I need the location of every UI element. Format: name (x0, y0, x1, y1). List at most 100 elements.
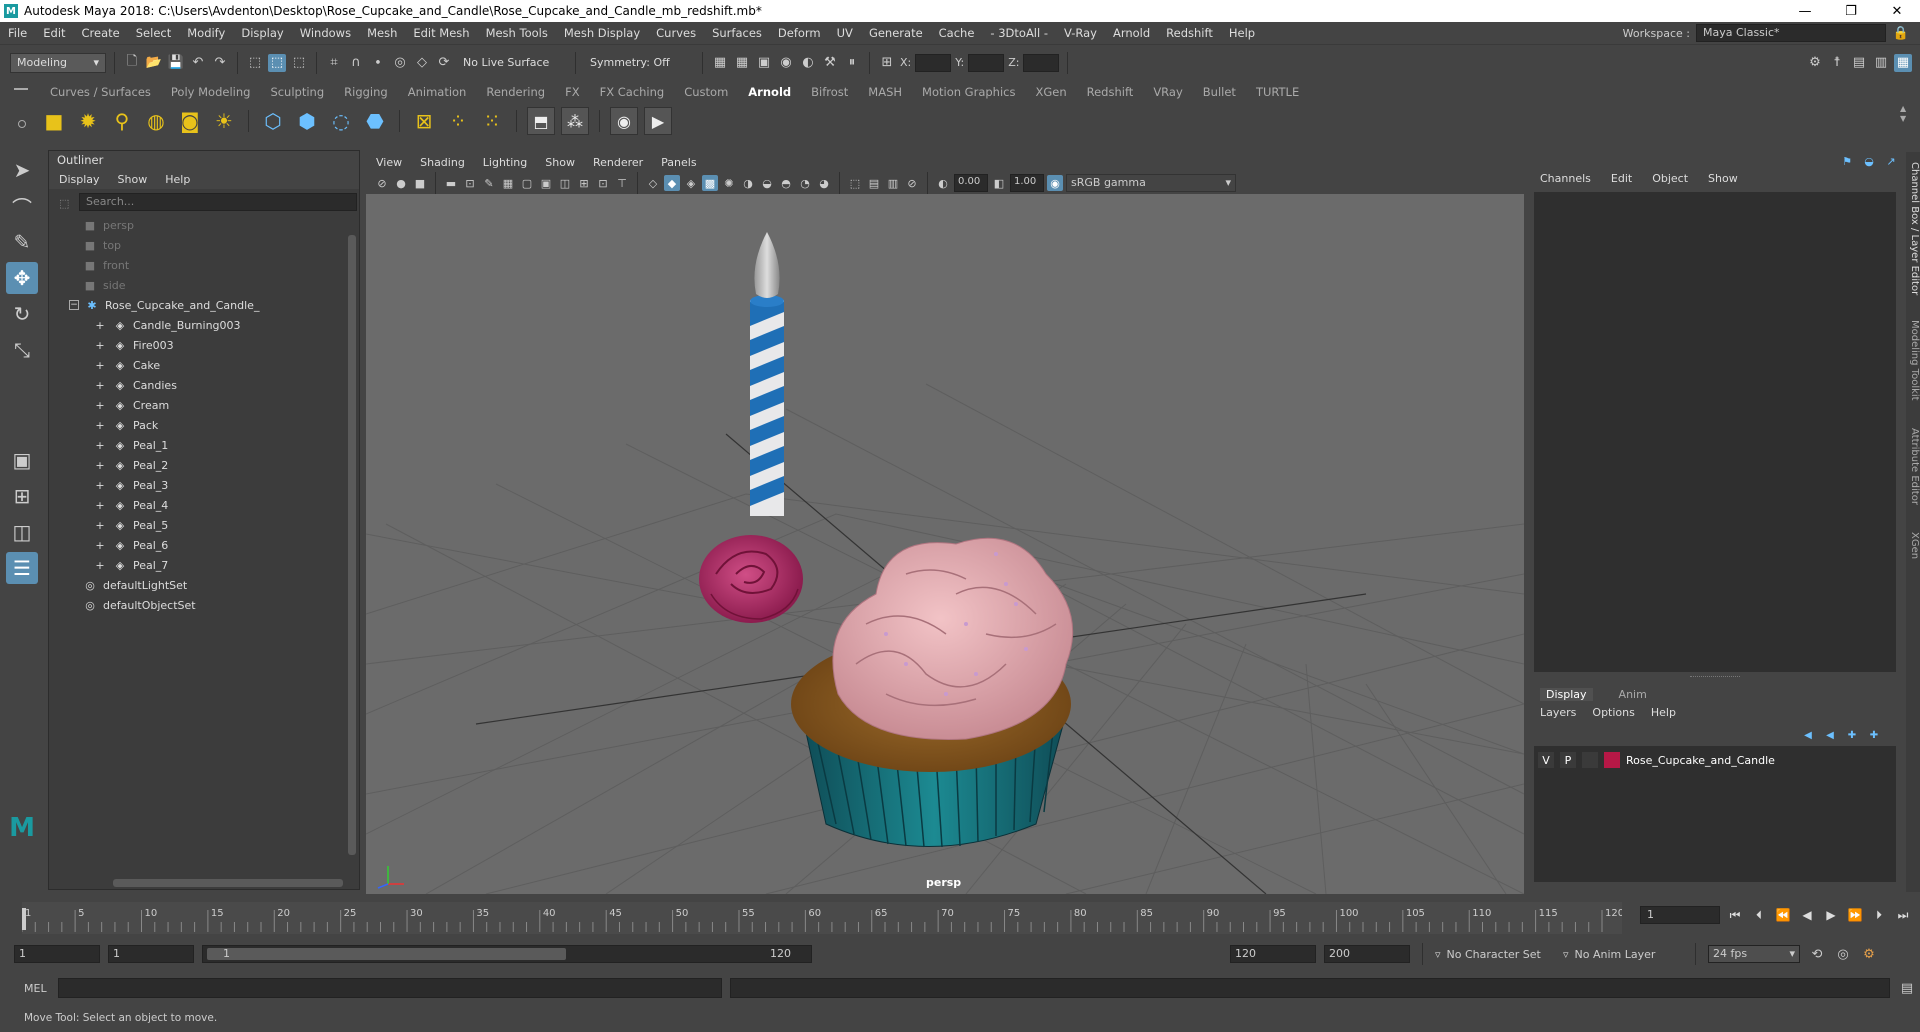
tree-item-side[interactable]: ■ side (83, 275, 359, 295)
depth-of-field-icon[interactable]: ◕ (816, 175, 832, 191)
outliner-menu-display[interactable]: Display (59, 173, 100, 186)
command-language-toggle[interactable]: MEL (10, 982, 50, 995)
snap-curve-icon[interactable]: ∩ (347, 54, 365, 72)
tree-item-child[interactable]: + ◈ Pack (93, 415, 359, 435)
tree-item-child[interactable]: + ◈ Cake (93, 355, 359, 375)
layer-menu-help[interactable]: Help (1651, 706, 1676, 719)
channel-box-icon[interactable]: ⚑ (1840, 154, 1854, 168)
tree-item-set[interactable]: ◎ defaultObjectSet (83, 595, 359, 615)
shelf-tab-rigging[interactable]: Rigging (334, 85, 398, 99)
outliner-menu-help[interactable]: Help (165, 173, 190, 186)
current-time-indicator[interactable] (22, 908, 26, 930)
candle-flame[interactable] (754, 232, 780, 298)
open-scene-icon[interactable]: 📂 (145, 54, 163, 72)
gamma-icon[interactable]: ◧ (991, 175, 1007, 191)
expand-icon[interactable]: + (93, 419, 107, 432)
anim-layer-dropdown[interactable]: ▿ No Anim Layer (1563, 948, 1683, 961)
shelf-tab-rendering[interactable]: Rendering (476, 85, 555, 99)
channel-menu-object[interactable]: Object (1652, 172, 1688, 185)
minimize-button[interactable]: — (1782, 4, 1828, 19)
ambient-occlusion-icon[interactable]: ◒ (759, 175, 775, 191)
modeling-toolkit-icon[interactable]: ⚙ (1806, 54, 1824, 72)
cupcake-frosting[interactable] (832, 537, 1074, 740)
hypershade-icon[interactable]: ◐ (799, 54, 817, 72)
menu-redshift[interactable]: Redshift (1158, 26, 1221, 40)
textured-icon[interactable]: ▩ (702, 175, 718, 191)
attribute-editor-icon[interactable]: ▤ (1850, 54, 1868, 72)
viewport-3d-scene[interactable] (366, 194, 1524, 894)
volume-icon[interactable]: ⬣ (361, 107, 389, 135)
xray-joints-icon[interactable]: ▥ (885, 175, 901, 191)
create-curve-collector-icon[interactable]: ◌ (327, 107, 355, 135)
current-frame-field[interactable]: 1 (1640, 906, 1720, 924)
menu-mesh-tools[interactable]: Mesh Tools (478, 26, 556, 40)
step-forward-key-icon[interactable]: ⏩ (1846, 906, 1864, 924)
wireframe-on-shaded-icon[interactable]: ◈ (683, 175, 699, 191)
move-layer-down-icon[interactable]: ◀ (1822, 728, 1838, 742)
viewport-menu-show[interactable]: Show (545, 156, 575, 169)
select-object-icon[interactable]: ⬚ (268, 53, 286, 72)
layer-editor-icon[interactable]: ◒ (1862, 154, 1876, 168)
image-plane-icon[interactable]: ▬ (443, 175, 459, 191)
menuset-dropdown[interactable]: Modeling ▾ (10, 52, 106, 73)
new-scene-icon[interactable]: 🗋 (123, 54, 141, 72)
time-slider-track[interactable]: 1 5 10 15 20 25 30 35 40 45 50 55 60 65 70 75 80 85 90 95 10… (22, 902, 1622, 934)
shelf-tab-vray[interactable]: VRay (1143, 85, 1192, 99)
shelf-tab-custom[interactable]: Custom (674, 85, 738, 99)
tree-item-child[interactable]: + ◈ Peal_3 (93, 475, 359, 495)
layer-menu-layers[interactable]: Layers (1540, 706, 1576, 719)
paint-select-tool-icon[interactable]: ✎ (6, 226, 38, 258)
anti-aliasing-icon[interactable]: ◔ (797, 175, 813, 191)
render-ao-icon[interactable]: ⁘ (444, 107, 472, 135)
expand-icon[interactable]: + (93, 499, 107, 512)
range-slider[interactable]: 1 120 (202, 945, 812, 963)
save-scene-icon[interactable]: 💾 (167, 54, 185, 72)
snap-together-icon[interactable]: ⟳ (435, 54, 453, 72)
move-layer-up-icon[interactable]: ◀ (1800, 728, 1816, 742)
snap-view-icon[interactable]: ◎ (391, 54, 409, 72)
tree-item-group[interactable]: − ✱ Rose_Cupcake_and_Candle_ (69, 295, 359, 315)
outliner-layout-icon[interactable]: ☰ (6, 552, 38, 584)
expand-icon[interactable]: + (93, 519, 107, 532)
safe-title-icon[interactable]: ⊤ (614, 175, 630, 191)
area-light-icon[interactable]: ■ (40, 107, 68, 135)
single-perspective-layout-icon[interactable]: ▣ (6, 444, 38, 476)
tab-anim[interactable]: Anim (1619, 688, 1647, 701)
use-all-lights-icon[interactable]: ✺ (721, 175, 737, 191)
loop-icon[interactable]: ⟲ (1808, 945, 1826, 963)
menu-select[interactable]: Select (128, 26, 179, 40)
camera-attributes-icon[interactable]: ● (393, 175, 409, 191)
panel-splitter[interactable] (1690, 676, 1740, 678)
shelf-tab-fx-caching[interactable]: FX Caching (590, 85, 675, 99)
menu-file[interactable]: File (0, 26, 35, 40)
character-set-dropdown[interactable]: ▿ No Character Set (1435, 948, 1555, 961)
render-normals-icon[interactable]: ⁙ (478, 107, 506, 135)
viewport-menu-shading[interactable]: Shading (420, 156, 465, 169)
auto-key-icon[interactable]: ◎ (1834, 945, 1852, 963)
skydome-light-icon[interactable]: ◍ (142, 107, 170, 135)
x-field[interactable] (915, 53, 952, 72)
range-slider-handle[interactable] (207, 948, 566, 960)
channel-menu-edit[interactable]: Edit (1611, 172, 1632, 185)
expand-icon[interactable]: + (93, 539, 107, 552)
safe-action-icon[interactable]: ⊡ (595, 175, 611, 191)
go-to-start-icon[interactable]: ⏮ (1726, 906, 1744, 924)
tree-item-child[interactable]: + ◈ Cream (93, 395, 359, 415)
shelf-settings-icon[interactable] (18, 120, 26, 128)
gamma-field[interactable]: 1.00 (1010, 174, 1044, 192)
render-settings-icon[interactable]: ◉ (777, 54, 795, 72)
expand-icon[interactable]: + (93, 459, 107, 472)
wireframe-icon[interactable]: ◇ (645, 175, 661, 191)
select-camera-icon[interactable]: ⊘ (374, 175, 390, 191)
shelf-menu-icon[interactable] (14, 88, 28, 90)
shelf-tab-fx[interactable]: FX (555, 85, 590, 99)
select-component-icon[interactable]: ⬚ (290, 54, 308, 72)
shelf-tab-redshift[interactable]: Redshift (1077, 85, 1144, 99)
menu-display[interactable]: Display (233, 26, 291, 40)
live-surface-dropdown[interactable]: No Live Surface (457, 52, 567, 73)
shelf-tab-xgen[interactable]: XGen (1025, 85, 1076, 99)
viewport-menu-renderer[interactable]: Renderer (593, 156, 643, 169)
arnold-render-icon[interactable]: ▶ (644, 107, 672, 135)
step-back-frame-icon[interactable]: ⏴ (1750, 906, 1768, 924)
tree-item-front[interactable]: ■ front (83, 255, 359, 275)
